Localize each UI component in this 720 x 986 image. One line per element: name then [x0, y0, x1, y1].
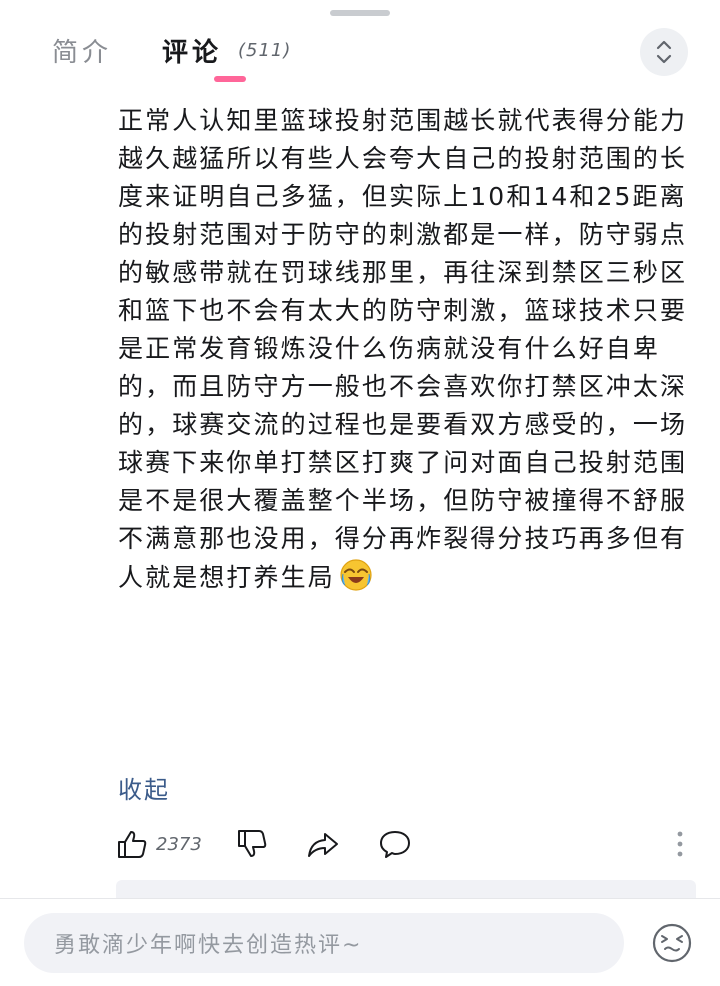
comment-body: 正常人认知里篮球投射范围越长就代表得分能力越久越猛所以有些人会夸大自己的投射范围…: [118, 102, 690, 597]
reply-icon: [380, 831, 410, 858]
comment-input-placeholder: 勇敢滴少年啊快去创造热评~: [54, 933, 363, 958]
comment-input[interactable]: 勇敢滴少年啊快去创造热评~: [24, 913, 624, 973]
tab-comments[interactable]: 评论: [162, 32, 222, 69]
emoji-button[interactable]: [650, 921, 694, 965]
like-count: 2373: [156, 833, 202, 855]
laughing-crying-emoji-icon: [340, 559, 372, 591]
more-options-button[interactable]: [670, 828, 690, 860]
share-button[interactable]: [306, 828, 340, 860]
more-icon: [677, 831, 683, 857]
tab-bar: 简介 评论 (511): [0, 28, 720, 88]
like-button[interactable]: 2373: [116, 828, 202, 860]
expand-collapse-button[interactable]: [640, 28, 688, 76]
dislike-button[interactable]: [236, 828, 268, 860]
comment-text: 正常人认知里篮球投射范围越长就代表得分能力越久越猛所以有些人会夸大自己的投射范围…: [118, 106, 688, 592]
share-icon: [308, 833, 338, 857]
comment-sheet: 简介 评论 (511) 正常人认知里篮球投射范围越长就代表得分能力越久越猛所以有…: [0, 0, 720, 986]
drag-handle[interactable]: [330, 10, 390, 16]
chevron-up-down-icon: [656, 40, 672, 64]
comment-count: (511): [238, 40, 292, 61]
collapse-text-link[interactable]: 收起: [118, 770, 170, 805]
thumbs-down-icon: [238, 830, 267, 857]
comment-actions: 2373: [0, 824, 720, 868]
thumbs-up-icon: [118, 831, 147, 858]
active-tab-indicator: [214, 76, 246, 82]
comment-input-bar: 勇敢滴少年啊快去创造热评~: [0, 898, 720, 986]
tab-intro[interactable]: 简介: [52, 32, 112, 69]
emoji-icon: [652, 923, 692, 963]
reply-button[interactable]: [378, 828, 412, 860]
